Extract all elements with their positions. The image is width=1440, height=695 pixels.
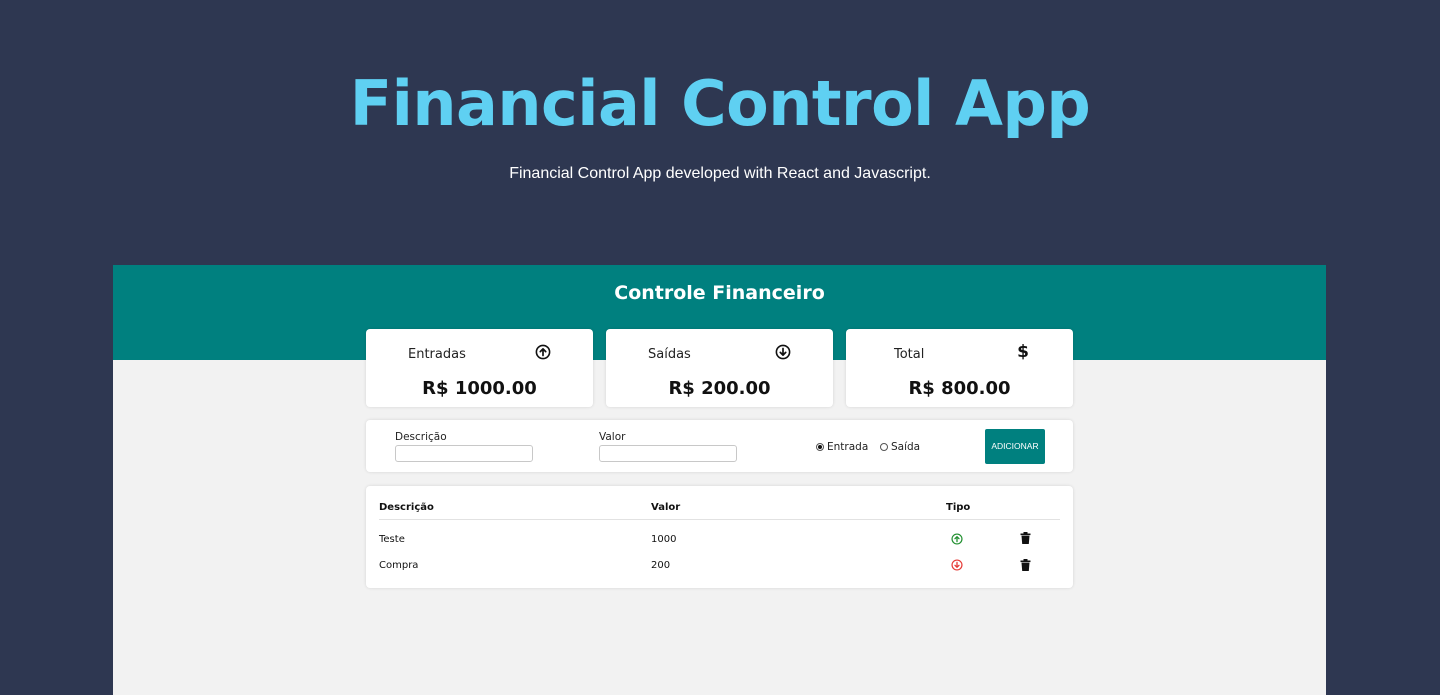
row-description: Compra [379,560,419,571]
card-income-value: R$ 1000.00 [422,378,537,399]
radio-expense-label[interactable]: Saída [891,441,920,453]
arrow-circle-down-icon [775,344,791,360]
hero-subtitle: Financial Control App developed with Rea… [509,165,931,182]
hero-title: Financial Control App [349,67,1091,140]
card-total-value: R$ 800.00 [908,378,1011,399]
radio-expense[interactable] [880,443,888,451]
amount-label: Valor [599,431,626,443]
radio-income-label[interactable]: Entrada [827,441,868,453]
row-amount: 1000 [651,534,677,545]
amount-input[interactable] [599,445,737,462]
description-label: Descrição [395,431,447,443]
row-amount: 200 [651,560,671,571]
trash-icon[interactable] [1020,558,1031,571]
arrow-circle-up-icon [951,532,963,545]
app-frame: Controle Financeiro Entradas R$ 1000.00 … [113,265,1326,695]
app-title: Controle Financeiro [614,282,825,304]
add-button[interactable]: ADICIONAR [985,429,1045,464]
card-expense-label: Saídas [648,347,691,362]
card-expense: Saídas R$ 200.00 [606,329,833,407]
transaction-form: Descrição Valor Entrada Saída ADICIONAR [366,420,1073,472]
dollar-sign-icon: $ [1017,342,1029,362]
trash-icon[interactable] [1020,531,1031,544]
radio-income[interactable] [816,443,824,451]
column-header-type: Tipo [946,502,971,513]
card-total: Total $ R$ 800.00 [846,329,1073,407]
row-description: Teste [379,534,405,545]
transactions-table: Descrição Valor Tipo Teste 1000 Compra 2… [366,486,1073,588]
card-income: Entradas R$ 1000.00 [366,329,593,407]
column-header-description: Descrição [379,502,434,513]
arrow-circle-up-icon [535,344,551,360]
card-expense-value: R$ 200.00 [668,378,771,399]
description-input[interactable] [395,445,533,462]
card-total-label: Total [894,347,925,362]
card-income-label: Entradas [408,347,466,362]
arrow-circle-down-icon [951,558,963,571]
table-header-divider [379,519,1060,520]
column-header-amount: Valor [651,502,681,513]
